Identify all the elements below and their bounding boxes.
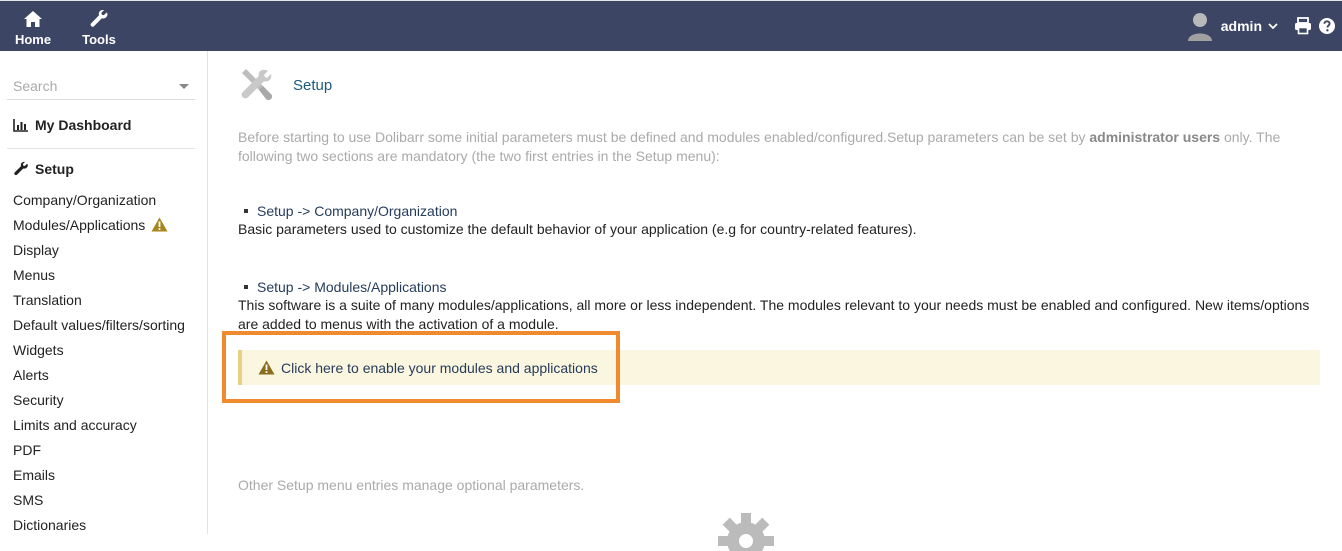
- chevron-down-icon: [1268, 23, 1278, 30]
- sidebar-item-alerts[interactable]: Alerts: [13, 362, 185, 387]
- sidebar-item-dashboard[interactable]: My Dashboard: [13, 117, 131, 133]
- gear-icon: [718, 513, 774, 551]
- warning-icon: [258, 360, 275, 375]
- chevron-down-icon[interactable]: [179, 84, 189, 89]
- sidebar-item-emails[interactable]: Emails: [13, 462, 185, 487]
- wrench-icon: [90, 10, 108, 27]
- nav-tools[interactable]: Tools: [66, 1, 132, 51]
- step-company: Setup -> Company/Organization Basic para…: [238, 203, 1328, 239]
- page-title: Setup: [293, 76, 333, 94]
- sidebar-item-pdf[interactable]: PDF: [13, 437, 185, 462]
- setup-label: Setup: [35, 161, 74, 177]
- sidebar-item-menus[interactable]: Menus: [13, 262, 185, 287]
- sidebar-item-limits[interactable]: Limits and accuracy: [13, 412, 185, 437]
- enable-modules-link[interactable]: Click here to enable your modules and ap…: [281, 360, 598, 376]
- sidebar-item-sms[interactable]: SMS: [13, 487, 185, 512]
- sidebar-item-widgets[interactable]: Widgets: [13, 337, 185, 362]
- step-modules: Setup -> Modules/Applications This softw…: [238, 279, 1328, 334]
- sidebar-item-security[interactable]: Security: [13, 387, 185, 412]
- print-icon[interactable]: [1294, 17, 1312, 35]
- company-setup-link[interactable]: Setup -> Company/Organization: [257, 203, 457, 219]
- setup-menu: Company/Organization Modules/Application…: [13, 187, 185, 537]
- sidebar-item-dictionaries[interactable]: Dictionaries: [13, 512, 185, 537]
- dashboard-label: My Dashboard: [35, 117, 132, 133]
- step-modules-desc: This software is a suite of many modules…: [238, 297, 1310, 332]
- home-icon: [24, 11, 42, 27]
- search-input[interactable]: [7, 74, 177, 98]
- user-menu[interactable]: admin: [1187, 11, 1278, 41]
- sidebar-item-translation[interactable]: Translation: [13, 287, 185, 312]
- step-company-link-row: Setup -> Company/Organization: [238, 203, 1328, 219]
- sidebar-item-company[interactable]: Company/Organization: [13, 187, 185, 212]
- modules-setup-link[interactable]: Setup -> Modules/Applications: [257, 279, 447, 295]
- search-box[interactable]: [7, 74, 195, 100]
- divider: [7, 148, 195, 149]
- tools-icon: [241, 69, 273, 101]
- top-right: admin: [1187, 1, 1342, 51]
- main-content: Setup Before starting to use Dolibarr so…: [208, 51, 1342, 551]
- sidebar: My Dashboard Setup Company/Organization …: [0, 51, 208, 534]
- nav-tools-label: Tools: [82, 32, 116, 47]
- bullet: [244, 209, 248, 213]
- page-header: Setup: [238, 67, 332, 103]
- sidebar-item-modules[interactable]: Modules/Applications: [13, 212, 185, 237]
- avatar: [1187, 13, 1212, 41]
- chart-icon: [13, 119, 28, 132]
- step-modules-link-row: Setup -> Modules/Applications: [238, 279, 1328, 295]
- enable-modules-notice: Click here to enable your modules and ap…: [238, 350, 1320, 385]
- sidebar-item-default-values[interactable]: Default values/filters/sorting: [13, 312, 185, 337]
- top-bar: Home Tools admin: [0, 0, 1342, 51]
- nav-home-label: Home: [14, 32, 52, 47]
- nav-home[interactable]: Home: [0, 1, 66, 51]
- bullet: [244, 285, 248, 289]
- top-nav: Home Tools: [0, 1, 132, 51]
- wrench-icon: [14, 161, 28, 176]
- user-name: admin: [1220, 18, 1262, 34]
- help-icon[interactable]: [1318, 17, 1336, 35]
- optional-params-text: Other Setup menu entries manage optional…: [238, 477, 585, 493]
- warning-icon: [151, 217, 168, 232]
- sidebar-item-setup[interactable]: Setup: [13, 161, 74, 177]
- sidebar-item-display[interactable]: Display: [13, 237, 185, 262]
- intro-text: Before starting to use Dolibarr some ini…: [238, 129, 1281, 164]
- step-company-desc: Basic parameters used to customize the d…: [238, 221, 917, 237]
